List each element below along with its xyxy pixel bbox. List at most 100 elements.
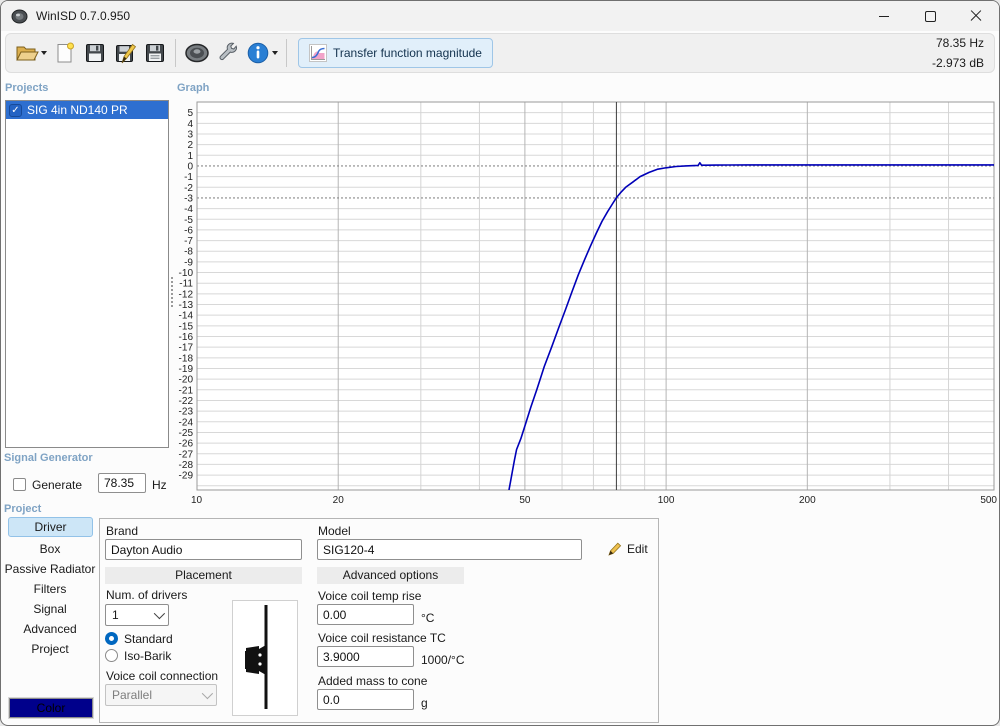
voice-coil-connection-select: Parallel — [105, 684, 217, 706]
chevron-down-icon — [201, 687, 214, 700]
view-selector-label: Transfer function magnitude — [333, 46, 482, 60]
added-mass-input[interactable] — [317, 689, 414, 710]
curve-color-button-label: Color — [36, 701, 66, 715]
radio-icon[interactable] — [105, 632, 118, 645]
save-as-button[interactable] — [111, 37, 139, 69]
open-dropdown-arrow-icon — [41, 51, 47, 55]
mounting-radio-standard[interactable]: Standard — [105, 631, 173, 646]
maximize-icon — [924, 10, 936, 22]
maximize-button[interactable] — [907, 1, 953, 31]
svg-text:4: 4 — [187, 119, 193, 130]
tab-filters[interactable]: Filters — [3, 579, 97, 599]
chevron-down-icon — [153, 607, 166, 620]
project-list-item[interactable]: ✓ SIG 4in ND140 PR — [6, 101, 168, 119]
svg-text:-11: -11 — [179, 279, 193, 290]
svg-text:-14: -14 — [179, 311, 194, 322]
svg-text:-23: -23 — [179, 407, 194, 418]
tab-passive-radiator[interactable]: Passive Radiator — [3, 559, 97, 579]
svg-text:-19: -19 — [179, 364, 194, 375]
svg-text:2: 2 — [187, 140, 193, 151]
voice-coil-temp-rise-label: Voice coil temp rise — [318, 589, 422, 603]
voice-coil-connection-value: Parallel — [112, 688, 153, 702]
open-project-button[interactable] — [13, 37, 49, 69]
about-dropdown-arrow-icon — [272, 51, 278, 55]
model-input[interactable] — [317, 539, 582, 560]
plot-background — [197, 102, 994, 490]
svg-text:-21: -21 — [179, 385, 194, 396]
cursor-magnitude-readout: -2.973 dB — [931, 56, 984, 70]
svg-text:-8: -8 — [184, 247, 193, 258]
driver-placement-diagram — [232, 600, 298, 716]
radio-label: Standard — [124, 631, 173, 646]
winisd-window: WinISD 0.7.0.950 Transfer function magni… — [0, 0, 1000, 726]
svg-text:-29: -29 — [179, 471, 194, 482]
voice-coil-resistance-tc-unit: 1000/°C — [421, 653, 465, 667]
tab-project[interactable]: Project — [3, 639, 97, 659]
generate-checkbox-label: Generate — [32, 478, 83, 492]
svg-text:-27: -27 — [179, 449, 194, 460]
pencil-icon — [608, 542, 622, 556]
minimize-button[interactable] — [861, 1, 907, 31]
svg-text:-4: -4 — [184, 204, 193, 215]
radio-label: Iso-Barik — [124, 648, 172, 663]
voice-coil-resistance-tc-input[interactable] — [317, 646, 414, 667]
mounting-radio-iso-barik[interactable]: Iso-Barik — [105, 648, 171, 663]
save-all-button[interactable] — [141, 37, 169, 69]
svg-text:0: 0 — [187, 161, 193, 172]
generate-checkbox[interactable] — [13, 478, 26, 491]
preferences-button[interactable] — [214, 37, 242, 69]
toolbar-separator — [175, 39, 176, 67]
svg-text:-22: -22 — [179, 396, 194, 407]
signal-frequency-input[interactable] — [98, 473, 146, 493]
brand-input[interactable] — [105, 539, 302, 560]
floppy-pencil-icon — [116, 43, 137, 64]
num-drivers-select[interactable]: 1 — [105, 604, 169, 626]
save-button[interactable] — [81, 37, 109, 69]
svg-text:-16: -16 — [179, 332, 194, 343]
toolbar-separator — [286, 39, 287, 67]
driver-database-button[interactable] — [182, 37, 212, 69]
close-button[interactable] — [953, 1, 999, 31]
speaker-icon — [185, 43, 209, 63]
project-tab-column: Driver Box Passive Radiator Filters Signal Ad… — [3, 517, 97, 659]
signal-frequency-unit: Hz — [152, 478, 167, 492]
panel-splitter-grip[interactable] — [171, 277, 173, 307]
new-project-button[interactable] — [51, 37, 79, 69]
curve-color-button[interactable]: Color — [8, 697, 94, 719]
svg-text:-5: -5 — [184, 215, 193, 226]
advanced-options-section-header[interactable]: Advanced options — [317, 567, 464, 584]
about-button[interactable] — [244, 37, 280, 69]
placement-section-header[interactable]: Placement — [105, 567, 302, 584]
svg-text:1: 1 — [187, 151, 193, 162]
svg-text:-24: -24 — [179, 417, 194, 428]
radio-icon[interactable] — [105, 649, 118, 662]
tab-advanced[interactable]: Advanced — [3, 619, 97, 639]
tab-box[interactable]: Box — [3, 539, 97, 559]
project-visible-checkbox[interactable]: ✓ — [9, 103, 22, 117]
svg-text:-1: -1 — [184, 172, 193, 183]
wrench-icon — [219, 42, 237, 61]
svg-text:-28: -28 — [179, 460, 194, 471]
minimize-icon — [879, 15, 889, 17]
tab-driver[interactable]: Driver — [8, 517, 93, 537]
project-item-label: SIG 4in ND140 PR — [27, 103, 128, 117]
window-controls — [861, 1, 999, 31]
edit-driver-button[interactable]: Edit — [608, 542, 648, 556]
svg-text:-15: -15 — [179, 321, 194, 332]
projects-list[interactable]: ✓ SIG 4in ND140 PR — [5, 100, 169, 448]
svg-text:-18: -18 — [179, 353, 194, 364]
window-title: WinISD 0.7.0.950 — [36, 9, 131, 23]
brand-label: Brand — [106, 524, 139, 538]
app-icon — [11, 9, 28, 23]
folder-open-icon — [16, 46, 39, 61]
view-selector-button[interactable]: Transfer function magnitude — [298, 38, 493, 68]
svg-text:-26: -26 — [179, 439, 194, 450]
tab-signal[interactable]: Signal — [3, 599, 97, 619]
model-label: Model — [318, 524, 351, 538]
graph-canvas[interactable]: 543210-1-2-3-4-5-6-7-8-9-10-11-12-13-14-… — [177, 95, 1000, 509]
svg-text:100: 100 — [658, 495, 675, 506]
added-mass-unit: g — [421, 696, 428, 710]
num-drivers-label: Num. of drivers — [106, 588, 188, 602]
svg-text:-25: -25 — [179, 428, 194, 439]
voice-coil-temp-rise-input[interactable] — [317, 604, 414, 625]
